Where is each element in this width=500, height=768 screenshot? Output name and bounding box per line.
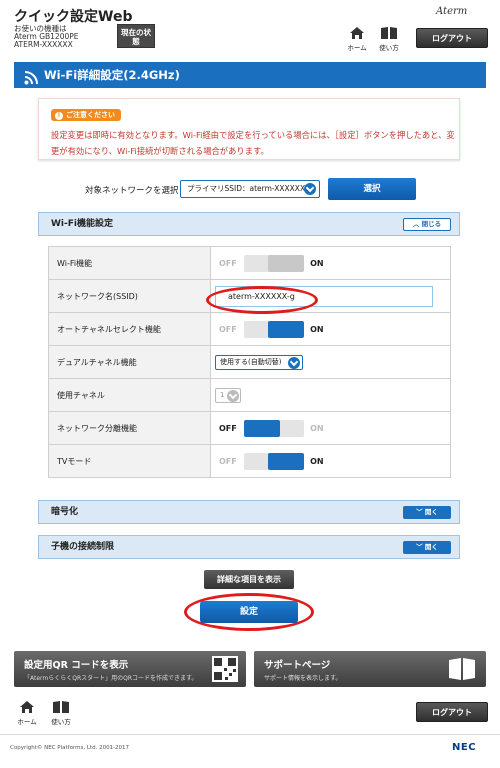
on-label: ON xyxy=(310,456,324,466)
warning-icon: ! xyxy=(55,112,63,120)
network-select-value: プライマリSSID：aterm-XXXXXX-g xyxy=(187,184,313,193)
network-select[interactable]: プライマリSSID：aterm-XXXXXX-g xyxy=(180,180,320,198)
channel-select[interactable]: 1 xyxy=(215,388,241,403)
network-select-label: 対象ネットワークを選択 xyxy=(85,186,179,196)
aterm-logo: Aterm xyxy=(436,6,468,17)
notice-tag-label: ご注意ください xyxy=(66,111,115,119)
footer-home-label: ホーム xyxy=(17,718,37,726)
off-label: OFF xyxy=(219,423,237,433)
ssid-highlight-ellipse xyxy=(206,286,318,314)
auto-channel-toggle[interactable] xyxy=(243,320,304,338)
client-limit-section-header[interactable]: 子機の接続制限 ﹀ 開く xyxy=(38,535,460,559)
wifi-settings-table: Wi-Fi機能 OFF ON ネットワーク名(SSID) aterm-XXXXX… xyxy=(48,246,451,478)
notice-text: 設定変更は即時に有効となります。Wi-Fi経由で設定を行っている場合には、［設定… xyxy=(51,130,455,156)
current-status-button[interactable]: 現在の状態 xyxy=(117,24,155,48)
row-label: オートチャネルセレクト機能 xyxy=(48,312,211,346)
collapse-label: 閉じる xyxy=(421,220,442,228)
encryption-section-header[interactable]: 暗号化 ﹀ 開く xyxy=(38,500,460,524)
support-card-title: サポートページ xyxy=(264,660,331,671)
book-icon xyxy=(448,658,476,683)
table-row: オートチャネルセレクト機能 OFF ON xyxy=(48,312,451,346)
select-network-button[interactable]: 選択 xyxy=(328,178,416,200)
channel-value: 1 xyxy=(220,391,225,399)
qr-card-desc: 「AtermらくらくQRスタート」用のQRコードを作成できます。 xyxy=(24,675,198,682)
home-label: ホーム xyxy=(347,44,367,52)
qr-code-icon xyxy=(212,656,238,685)
row-label: TVモード xyxy=(48,444,211,478)
table-row: ネットワーク分離機能 OFF ON xyxy=(48,411,451,445)
chevron-down-icon xyxy=(304,183,316,195)
dual-channel-value: 使用する(自動切替) xyxy=(220,358,282,366)
dual-channel-select[interactable]: 使用する(自動切替) xyxy=(215,355,303,370)
chevron-down-icon xyxy=(288,357,300,369)
book-icon xyxy=(48,700,74,714)
header: クイック設定Web お使いの機種は Aterm GB1200PE ATERM-X… xyxy=(0,0,500,56)
home-icon xyxy=(344,26,370,40)
client-limit-title: 子機の接続制限 xyxy=(51,542,115,552)
collapse-button[interactable]: ︿ 閉じる xyxy=(403,218,451,231)
row-label: デュアルチャネル機能 xyxy=(48,345,211,379)
wifi-icon xyxy=(24,68,38,94)
off-label: OFF xyxy=(219,324,237,334)
footer-divider xyxy=(0,734,500,735)
row-label: 使用チャネル xyxy=(48,378,211,412)
tv-mode-toggle[interactable] xyxy=(243,452,304,470)
page-title-bar: Wi-Fi詳細設定(2.4GHz) xyxy=(14,62,486,88)
expand-encryption-button[interactable]: ﹀ 開く xyxy=(403,506,451,519)
encryption-title: 暗号化 xyxy=(51,507,79,517)
chevron-down-icon xyxy=(227,390,239,402)
chevron-down-icon: ﹀ xyxy=(416,508,425,516)
chevron-down-icon: ﹀ xyxy=(416,543,425,551)
book-icon xyxy=(376,26,402,40)
table-row: デュアルチャネル機能 使用する(自動切替) xyxy=(48,345,451,379)
qr-code-card[interactable]: 設定用QR コードを表示 「AtermらくらくQRスタート」用のQRコードを作成… xyxy=(14,651,246,687)
help-button[interactable]: 使い方 xyxy=(376,26,402,52)
help-label: 使い方 xyxy=(379,44,399,52)
notice-tag: ! ご注意ください xyxy=(51,109,121,121)
home-button[interactable]: ホーム xyxy=(344,26,370,52)
home-icon xyxy=(14,700,40,714)
app-title: クイック設定Web xyxy=(14,9,133,25)
submit-button[interactable]: 設定 xyxy=(200,601,298,623)
qr-card-title: 設定用QR コードを表示 xyxy=(24,660,129,671)
table-row: Wi-Fi機能 OFF ON xyxy=(48,246,451,280)
expand-label: 開く xyxy=(424,508,438,516)
footer-logout-button[interactable]: ログアウト xyxy=(416,702,488,722)
row-label: Wi-Fi機能 xyxy=(48,246,211,280)
table-row: 使用チャネル 1 xyxy=(48,378,451,412)
off-label: OFF xyxy=(219,258,237,268)
footer-help-button[interactable]: 使い方 xyxy=(48,700,74,726)
expand-client-limit-button[interactable]: ﹀ 開く xyxy=(403,541,451,554)
chevron-up-icon: ︿ xyxy=(412,220,422,228)
network-isolation-toggle[interactable] xyxy=(243,419,304,437)
wifi-settings-title: Wi-Fi機能設定 xyxy=(51,219,113,229)
expand-label: 開く xyxy=(424,543,438,551)
on-label: ON xyxy=(310,324,324,334)
footer-help-label: 使い方 xyxy=(51,718,71,726)
wifi-function-toggle[interactable] xyxy=(243,254,304,272)
support-card-desc: サポート情報を表示します。 xyxy=(264,675,342,682)
nec-logo: NEC xyxy=(452,742,477,753)
row-label: ネットワーク分離機能 xyxy=(48,411,211,445)
off-label: OFF xyxy=(219,456,237,466)
support-card[interactable]: サポートページ サポート情報を表示します。 xyxy=(254,651,486,687)
logout-button[interactable]: ログアウト xyxy=(416,28,488,48)
model-id: ATERM-XXXXXX xyxy=(14,40,73,49)
row-label: ネットワーク名(SSID) xyxy=(48,279,211,313)
show-details-button[interactable]: 詳細な項目を表示 xyxy=(204,570,294,589)
copyright: Copyright© NEC Platforms, Ltd. 2001-2017 xyxy=(10,745,130,751)
current-status-label: 現在の状態 xyxy=(121,28,151,46)
footer-home-button[interactable]: ホーム xyxy=(14,700,40,726)
on-label: ON xyxy=(310,258,324,268)
table-row: TVモード OFF ON xyxy=(48,444,451,478)
wifi-settings-header: Wi-Fi機能設定 ︿ 閉じる xyxy=(38,212,460,236)
on-label: ON xyxy=(310,423,324,433)
page-title: Wi-Fi詳細設定(2.4GHz) xyxy=(44,68,180,82)
notice-box: ! ご注意ください 設定変更は即時に有効となります。Wi-Fi経由で設定を行ってい… xyxy=(38,98,460,160)
